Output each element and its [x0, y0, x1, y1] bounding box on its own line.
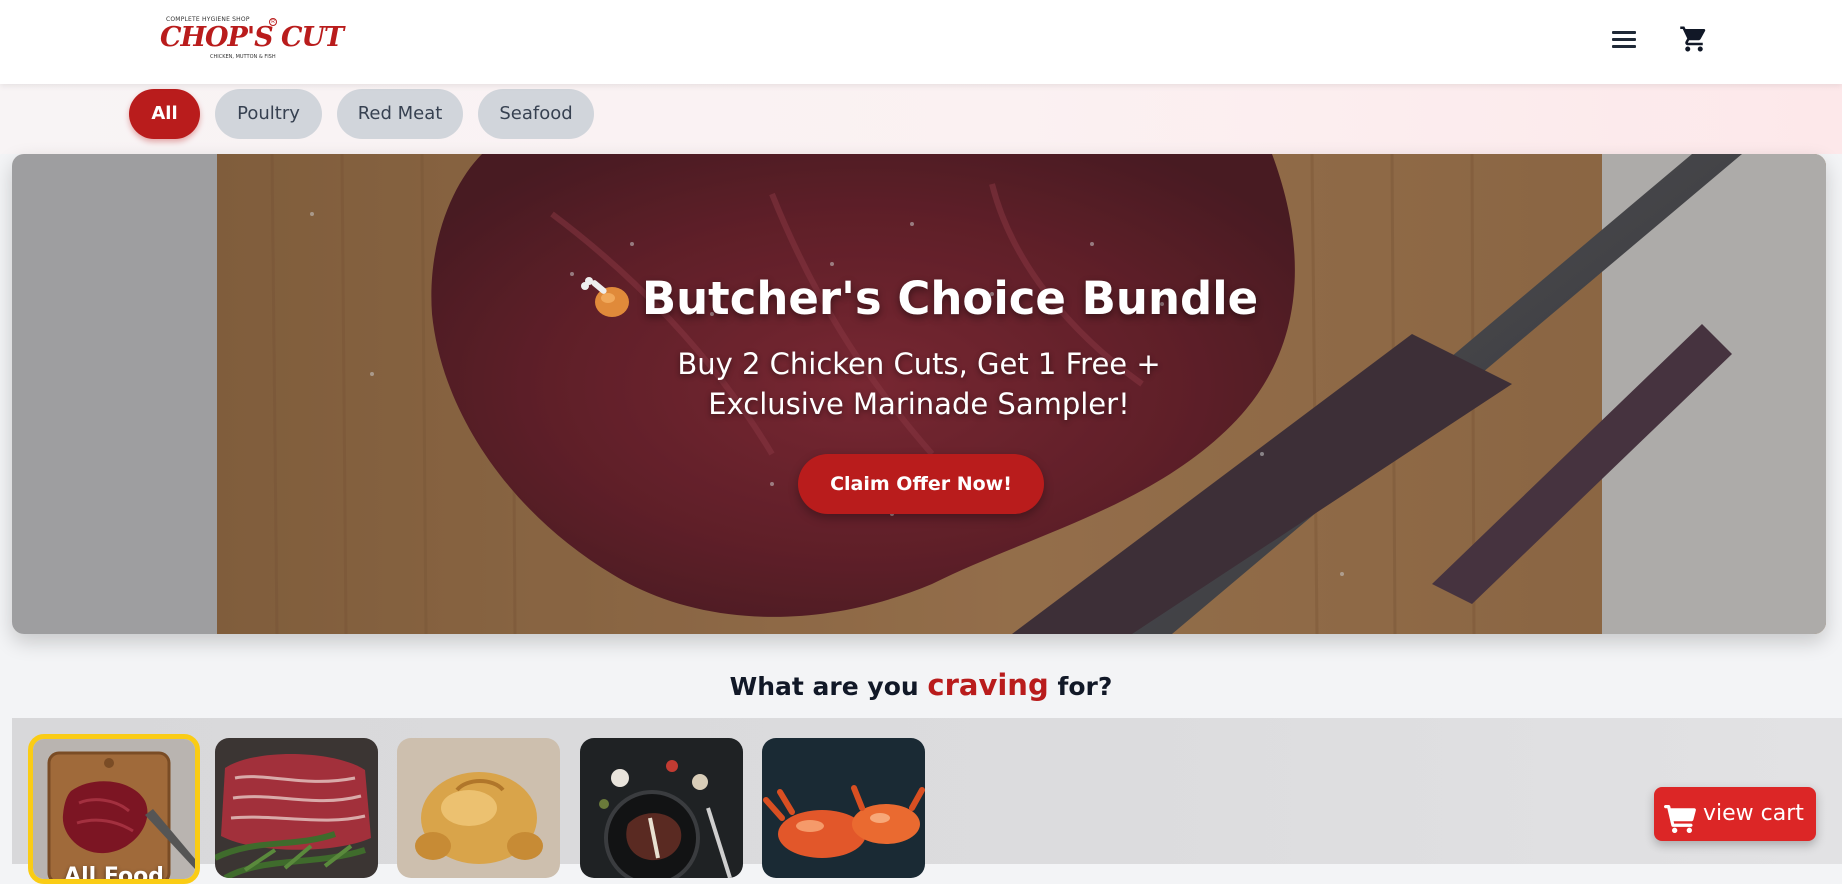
roast-chicken-image — [397, 738, 560, 878]
category-card-seafood[interactable] — [762, 738, 925, 878]
marbled-beef-image — [215, 738, 378, 878]
top-header: COMPLETE HYGIENE SHOP CHOP'S CUT R CHICK… — [0, 0, 1842, 84]
raw-steak-image — [33, 739, 195, 879]
craving-heading-suffix: for? — [1057, 672, 1113, 701]
filter-chip-all[interactable]: All — [129, 89, 200, 139]
hero-title: Butcher's Choice Bundle — [12, 272, 1826, 325]
registered-mark-icon: R — [269, 18, 277, 26]
craving-heading-prefix: What are you — [729, 672, 919, 701]
category-card-poultry[interactable] — [397, 738, 560, 878]
view-cart-button[interactable]: view cart — [1654, 787, 1816, 841]
hero-title-text: Butcher's Choice Bundle — [641, 272, 1259, 325]
red-crabs-image — [762, 738, 925, 878]
craving-heading: What are you craving for? — [0, 668, 1842, 702]
shopping-cart-icon[interactable] — [1679, 24, 1709, 54]
category-card-steak[interactable] — [580, 738, 743, 878]
filter-chip-red-meat[interactable]: Red Meat — [337, 89, 463, 139]
view-cart-label: view cart — [1703, 801, 1804, 826]
hero-subtitle: Buy 2 Chicken Cuts, Get 1 Free + Exclusi… — [677, 347, 1161, 421]
hamburger-menu-icon[interactable] — [1612, 28, 1636, 52]
category-filter-bar: All Poultry Red Meat Seafood — [0, 84, 1842, 154]
logo-tagline-bottom: CHICKEN, MUTTON & FISH — [210, 54, 276, 60]
logo-wordmark: CHOP'S CUT — [160, 22, 344, 53]
category-card-red-meat[interactable] — [215, 738, 378, 878]
claim-offer-button[interactable]: Claim Offer Now! — [798, 454, 1044, 514]
promo-hero-banner: Butcher's Choice Bundle Buy 2 Chicken Cu… — [12, 154, 1826, 634]
category-label: All Food — [64, 864, 164, 884]
category-card-all-food[interactable]: All Food — [28, 734, 200, 884]
t-bone-steak-image — [580, 738, 743, 878]
filter-chip-seafood[interactable]: Seafood — [478, 89, 594, 139]
craving-heading-accent: craving — [927, 668, 1049, 702]
category-carousel: All Food — [12, 718, 1842, 884]
shopping-cart-icon — [1664, 800, 1696, 833]
poultry-leg-icon — [580, 274, 632, 320]
chops-cut-logo[interactable]: COMPLETE HYGIENE SHOP CHOP'S CUT R CHICK… — [158, 14, 344, 64]
filter-chip-poultry[interactable]: Poultry — [215, 89, 322, 139]
